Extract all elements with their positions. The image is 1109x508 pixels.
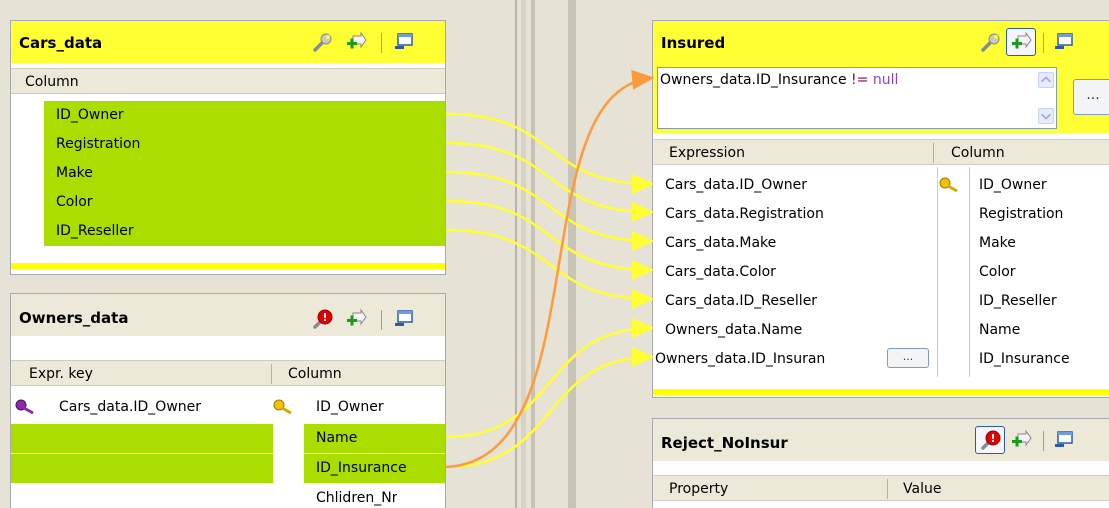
row-label: Color bbox=[56, 194, 93, 210]
column-value: ID_Insurance bbox=[979, 351, 1070, 367]
minimize-window-icon[interactable] bbox=[393, 308, 415, 330]
chevron-down-icon bbox=[1041, 113, 1051, 120]
column-value: Name bbox=[316, 430, 358, 446]
owners-row-children[interactable]: Chlidren_Nr bbox=[11, 484, 445, 508]
splitter-bar-3[interactable] bbox=[568, 0, 576, 508]
insured-panel: Insured Owners_data.ID_Insurance != null… bbox=[652, 20, 1109, 398]
expr-key-header: Expr. key bbox=[29, 366, 93, 382]
reject-table-header[interactable]: Property Value bbox=[653, 475, 1109, 501]
add-arrow-icon[interactable] bbox=[1010, 31, 1032, 53]
svg-text:!: ! bbox=[322, 311, 327, 324]
minimize-window-icon[interactable] bbox=[1053, 31, 1075, 53]
expression-value[interactable]: Cars_data.ID_Reseller bbox=[665, 287, 817, 316]
splitter-bar-2[interactable] bbox=[531, 0, 535, 508]
add-arrow-icon[interactable] bbox=[345, 308, 367, 330]
minimize-window-icon[interactable] bbox=[1053, 429, 1075, 451]
filter-expression-field[interactable]: Owners_data.ID_Insurance != null bbox=[657, 67, 1057, 129]
cars-row-id-owner[interactable]: ID_Owner bbox=[44, 101, 445, 130]
insured-row-name[interactable]: Owners_data.Name Name bbox=[653, 316, 1109, 345]
expression-value[interactable]: Cars_data.Make bbox=[665, 229, 776, 258]
scroll-down-button[interactable] bbox=[1038, 108, 1054, 124]
insured-row-id-owner[interactable]: Cars_data.ID_Owner ID_Owner bbox=[653, 171, 1109, 200]
row-label: ID_Reseller bbox=[56, 223, 134, 239]
cars-data-panel: Cars_data Column ID_Owner Registration M… bbox=[10, 20, 446, 275]
cars-row-color[interactable]: Color bbox=[44, 188, 445, 217]
cars-row-make[interactable]: Make bbox=[44, 159, 445, 188]
wrench-icon[interactable] bbox=[311, 31, 333, 53]
expression-value[interactable]: Owners_data.ID_Insuran bbox=[655, 345, 880, 374]
panel-footer bbox=[11, 263, 445, 269]
panel-title: Owners_data bbox=[19, 309, 129, 327]
expression-header: Expression bbox=[669, 145, 745, 161]
join-key-icon bbox=[15, 399, 34, 415]
owners-data-panel: Owners_data ! Expr. key Column Cars_data… bbox=[10, 293, 446, 508]
insured-row-color[interactable]: Cars_data.Color Color bbox=[653, 258, 1109, 287]
add-arrow-icon[interactable] bbox=[1010, 429, 1032, 451]
panel-title: Cars_data bbox=[19, 34, 103, 52]
filter-null-keyword: null bbox=[868, 72, 899, 88]
insured-table-header[interactable]: Expression Column bbox=[653, 139, 1109, 165]
owners-row-id-owner[interactable]: Cars_data.ID_Owner ID_Owner bbox=[11, 393, 445, 422]
error-badge-icon[interactable]: ! bbox=[979, 429, 1001, 451]
reject-noinsur-panel: Reject_NoInsur ! Property Value bbox=[652, 418, 1109, 508]
property-header: Property bbox=[669, 481, 729, 497]
panel-footer bbox=[653, 389, 1109, 395]
owners-row-name[interactable]: Name bbox=[11, 424, 445, 453]
insured-row-id-insurance[interactable]: Owners_data.ID_Insuran ... ID_Insurance bbox=[653, 345, 1109, 374]
key-icon bbox=[939, 177, 958, 193]
add-arrow-icon[interactable] bbox=[345, 31, 367, 53]
key-icon bbox=[273, 399, 292, 415]
filter-ellipsis-button[interactable]: ... bbox=[1073, 79, 1109, 115]
row-label: Registration bbox=[56, 136, 141, 152]
column-header-label: Column bbox=[25, 74, 79, 90]
column-value: Name bbox=[979, 322, 1021, 338]
column-value: ID_Insurance bbox=[316, 460, 407, 476]
expr-key-value: Cars_data.ID_Owner bbox=[59, 399, 202, 415]
insured-row-make[interactable]: Cars_data.Make Make bbox=[653, 229, 1109, 258]
ellipsis-label: ... bbox=[902, 350, 914, 363]
expression-value[interactable]: Cars_data.ID_Owner bbox=[665, 171, 807, 200]
filter-text: Owners_data.ID_Insurance bbox=[660, 72, 852, 88]
column-value: Color bbox=[979, 264, 1016, 280]
column-header-label: Column bbox=[288, 366, 342, 382]
panel-title: Reject_NoInsur bbox=[661, 434, 788, 452]
minimize-window-icon[interactable] bbox=[393, 31, 415, 53]
row-label: Make bbox=[56, 165, 93, 181]
insured-row-id-reseller[interactable]: Cars_data.ID_Reseller ID_Reseller bbox=[653, 287, 1109, 316]
splitter-bar-1[interactable] bbox=[521, 0, 526, 508]
column-value: Registration bbox=[979, 206, 1064, 222]
value-header: Value bbox=[903, 481, 942, 497]
splitter-left[interactable] bbox=[515, 0, 517, 508]
cars-row-registration[interactable]: Registration bbox=[44, 130, 445, 159]
insured-row-registration[interactable]: Cars_data.Registration Registration bbox=[653, 200, 1109, 229]
chevron-up-icon bbox=[1041, 76, 1051, 83]
expression-value[interactable]: Cars_data.Color bbox=[665, 258, 776, 287]
svg-text:!: ! bbox=[990, 432, 995, 445]
column-header[interactable]: Column bbox=[11, 68, 445, 94]
column-value: Chlidren_Nr bbox=[316, 490, 398, 506]
filter-operator: != bbox=[851, 72, 869, 88]
error-badge-icon[interactable]: ! bbox=[311, 308, 333, 330]
panel-title: Insured bbox=[661, 34, 726, 52]
column-value: ID_Owner bbox=[316, 399, 384, 415]
ellipsis-label: ... bbox=[1086, 87, 1100, 103]
column-header-label: Column bbox=[951, 145, 1005, 161]
cars-row-id-reseller[interactable]: ID_Reseller bbox=[44, 217, 445, 246]
scroll-up-button[interactable] bbox=[1038, 72, 1054, 88]
wrench-icon[interactable] bbox=[979, 31, 1001, 53]
expression-value[interactable]: Cars_data.Registration bbox=[665, 200, 824, 229]
expression-ellipsis-button[interactable]: ... bbox=[887, 348, 929, 368]
column-value: Make bbox=[979, 235, 1016, 251]
column-value: ID_Owner bbox=[979, 177, 1047, 193]
owners-table-header[interactable]: Expr. key Column bbox=[11, 360, 445, 386]
expression-value[interactable]: Owners_data.Name bbox=[665, 316, 802, 345]
column-value: ID_Reseller bbox=[979, 293, 1057, 309]
owners-row-id-insurance[interactable]: ID_Insurance bbox=[11, 454, 445, 483]
row-label: ID_Owner bbox=[56, 107, 124, 123]
